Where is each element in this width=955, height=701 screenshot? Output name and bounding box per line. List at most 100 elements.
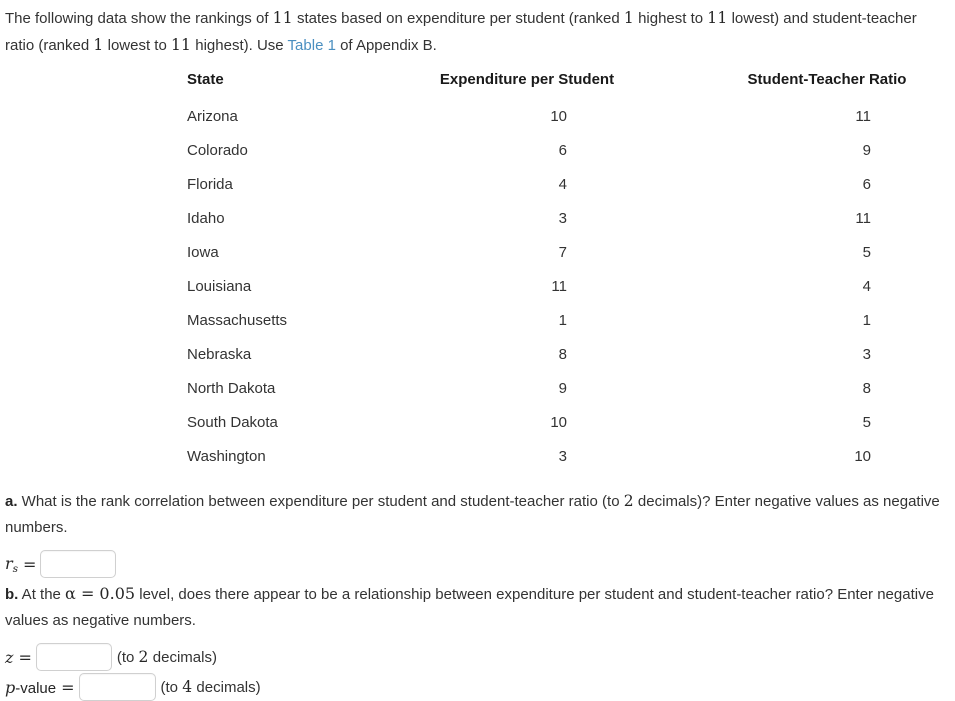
rs-label: rs	[5, 554, 18, 575]
intro-number-highest-rank: 1	[623, 9, 634, 27]
table-row: Louisiana 11 4	[180, 270, 955, 304]
table-row: Washington 3 10	[180, 440, 955, 474]
table-row: Idaho 3 11	[180, 202, 955, 236]
z-hint-post: decimals)	[148, 649, 217, 666]
cell-ratio: 9	[862, 142, 871, 159]
cell-expenditure: 8	[558, 346, 567, 363]
p-value-answer-row: p-value = (to 4 decimals)	[0, 673, 955, 701]
rs-input[interactable]	[40, 550, 117, 578]
cell-state: Colorado	[187, 142, 248, 159]
part-a-decimals: 2	[623, 492, 634, 510]
intro-text-7: of Appendix B.	[335, 37, 437, 54]
intro-text-3: highest to	[633, 10, 708, 27]
table-1-link[interactable]: Table 1	[288, 37, 336, 54]
exercise-page: The following data show the rankings of …	[0, 0, 955, 701]
cell-expenditure: 6	[558, 142, 567, 159]
table-row: Florida 4 6	[180, 168, 955, 202]
table-row: South Dakota 10 5	[180, 406, 955, 440]
rs-answer-row: rs =	[0, 550, 955, 578]
cell-expenditure: 7	[558, 244, 567, 261]
question-part-b: b. At the α = 0.05 level, does there app…	[0, 581, 955, 634]
table-body: Arizona 10 11 Colorado 6 9 Florida 4 6 Idaho 3 11 Io…	[180, 100, 955, 474]
cell-ratio: 5	[862, 244, 871, 261]
cell-expenditure: 4	[558, 176, 567, 193]
part-b-label: b.	[5, 586, 19, 603]
intro-number-ratio-highest: 11	[170, 36, 192, 54]
rankings-table: State Expenditure per Student Student-Te…	[180, 71, 955, 474]
cell-expenditure: 10	[550, 108, 567, 125]
p-value-label: p-value	[5, 678, 56, 697]
intro-text-5: lowest to	[103, 37, 171, 54]
cell-expenditure: 11	[551, 278, 567, 295]
cell-state: Arizona	[187, 108, 238, 125]
table-row: Colorado 6 9	[180, 134, 955, 168]
table-row: Nebraska 8 3	[180, 338, 955, 372]
intro-number-lowest-rank: 11	[707, 9, 728, 27]
p-value-equals-sign: =	[61, 677, 75, 697]
cell-expenditure: 10	[550, 414, 567, 431]
rs-symbol-sub: s	[12, 562, 19, 575]
part-a-text-1: What is the rank correlation between exp…	[17, 493, 624, 510]
intro-text-2: states based on expenditure per student …	[292, 10, 624, 27]
cell-state: Idaho	[187, 210, 225, 227]
column-header-expenditure: Expenditure per Student	[439, 71, 615, 88]
rs-equals-sign: =	[23, 554, 37, 574]
intro-paragraph: The following data show the rankings of …	[0, 0, 955, 59]
intro-text-6: highest). Use	[191, 37, 288, 54]
p-hint-pre: (to	[160, 679, 183, 696]
rs-symbol-main: r	[5, 553, 13, 573]
z-hint-pre: (to	[116, 649, 139, 666]
cell-state: Iowa	[187, 244, 219, 261]
part-b-alpha-level: α = 0.05	[65, 584, 136, 603]
p-value-input[interactable]	[78, 673, 156, 701]
table-header-row: State Expenditure per Student Student-Te…	[180, 71, 955, 100]
z-precision-hint: (to 2 decimals)	[117, 648, 217, 666]
rankings-table-wrapper: State Expenditure per Student Student-Te…	[180, 71, 955, 474]
p-value-label-rest: -value	[15, 679, 57, 697]
z-answer-row: z = (to 2 decimals)	[0, 643, 955, 671]
p-symbol: p	[5, 677, 16, 697]
z-input[interactable]	[35, 643, 112, 671]
column-header-ratio: Student-Teacher Ratio	[747, 71, 907, 88]
p-hint-decimals: 4	[182, 678, 193, 696]
intro-number-states: 11	[272, 9, 293, 27]
table-row: North Dakota 9 8	[180, 372, 955, 406]
cell-state: Louisiana	[187, 278, 252, 295]
cell-expenditure: 3	[558, 448, 567, 465]
cell-ratio: 11	[855, 108, 871, 125]
cell-ratio: 3	[862, 346, 871, 363]
cell-state: Massachusetts	[187, 312, 288, 329]
z-hint-decimals: 2	[138, 648, 149, 666]
cell-state: Washington	[187, 448, 266, 465]
p-value-precision-hint: (to 4 decimals)	[161, 678, 261, 696]
part-a-label: a.	[5, 493, 18, 510]
cell-ratio: 10	[854, 448, 871, 465]
part-b-text-1: At the	[18, 586, 66, 603]
cell-state: North Dakota	[187, 380, 276, 397]
cell-ratio: 1	[862, 312, 871, 329]
cell-expenditure: 1	[558, 312, 567, 329]
cell-state: Florida	[187, 176, 233, 193]
part-b-text-2: level, does there appear to be a relatio…	[5, 586, 934, 629]
p-hint-post: decimals)	[192, 679, 261, 696]
table-row: Massachusetts 1 1	[180, 304, 955, 338]
cell-ratio: 5	[862, 414, 871, 431]
cell-expenditure: 9	[558, 380, 567, 397]
cell-state: South Dakota	[187, 414, 278, 431]
table-row: Iowa 7 5	[180, 236, 955, 270]
intro-number-ratio-lowest: 1	[93, 36, 104, 54]
table-row: Arizona 10 11	[180, 100, 955, 134]
table-head: State Expenditure per Student Student-Te…	[180, 71, 955, 100]
cell-ratio: 8	[862, 380, 871, 397]
cell-ratio: 11	[855, 210, 871, 227]
cell-ratio: 4	[862, 278, 871, 295]
z-equals-sign: =	[18, 647, 32, 667]
question-part-a: a. What is the rank correlation between …	[0, 488, 955, 541]
column-header-state: State	[187, 71, 224, 88]
cell-state: Nebraska	[187, 346, 252, 363]
cell-ratio: 6	[862, 176, 871, 193]
z-label: z	[5, 648, 13, 667]
intro-text-1: The following data show the rankings of	[5, 10, 273, 27]
z-symbol: z	[5, 647, 14, 667]
cell-expenditure: 3	[558, 210, 567, 227]
